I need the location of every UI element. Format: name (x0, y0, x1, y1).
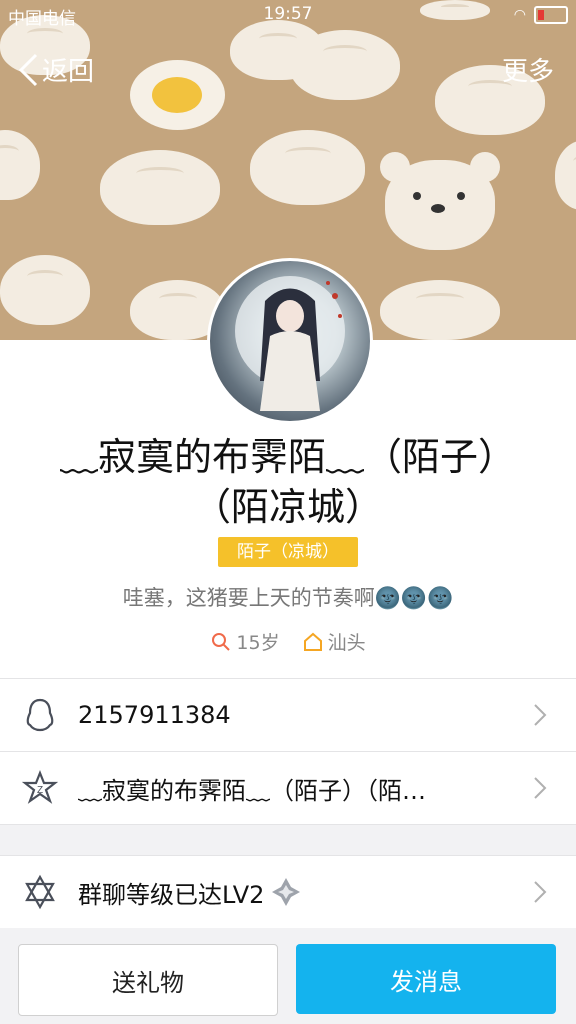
group-nickname-row[interactable]: Z ﹏寂寞的布霁陌﹏（陌子）（陌… (0, 752, 576, 824)
hexagram-icon (25, 874, 55, 910)
qq-number: 2157911384 (78, 701, 231, 729)
status-bar: 中国电信 19:57 ◠ (0, 0, 576, 30)
diamond-badge-icon (272, 878, 301, 906)
age-label: 15岁 (236, 632, 280, 654)
back-button[interactable]: 返回 (16, 51, 94, 88)
more-button[interactable]: 更多 (502, 51, 554, 88)
star-badge-icon: Z (22, 770, 58, 804)
group-level-label: 群聊等级已达LV2 (78, 880, 265, 909)
bottom-action-bar: 送礼物 发消息 (0, 930, 576, 1024)
avatar[interactable] (207, 258, 373, 424)
back-chevron-icon (18, 53, 38, 86)
chevron-right-icon (534, 881, 547, 903)
status-time: 19:57 (263, 4, 313, 24)
penguin-icon (26, 698, 54, 732)
send-gift-button[interactable]: 送礼物 (18, 944, 278, 1016)
search-age-icon (212, 632, 231, 651)
chevron-right-icon (534, 704, 547, 726)
signal-icon: ◠ (513, 7, 526, 23)
group-level-row[interactable]: 群聊等级已达LV2 (0, 856, 576, 928)
svg-text:Z: Z (37, 785, 43, 796)
battery-icon (534, 6, 568, 24)
profile-tag-badge[interactable]: 陌子（凉城） (218, 537, 358, 567)
nav-bar: 返回 更多 (0, 45, 576, 95)
location-label: 汕头 (327, 632, 366, 654)
avatar-figure (235, 276, 345, 411)
chevron-right-icon (534, 777, 547, 799)
group-nickname: ﹏寂寞的布霁陌﹏（陌子）（陌… (78, 776, 426, 805)
send-message-button[interactable]: 发消息 (296, 944, 556, 1014)
profile-signature: 哇塞，这猪要上天的节奏啊🌚🌚🌚 (122, 586, 454, 610)
home-icon (303, 632, 322, 651)
profile-nickname: ﹏寂寞的布霁陌﹏（陌子）（陌凉城） (59, 435, 516, 529)
back-label: 返回 (42, 57, 95, 87)
profile-info: 15岁 汕头 (0, 628, 576, 655)
qq-number-row[interactable]: 2157911384 (0, 679, 576, 751)
